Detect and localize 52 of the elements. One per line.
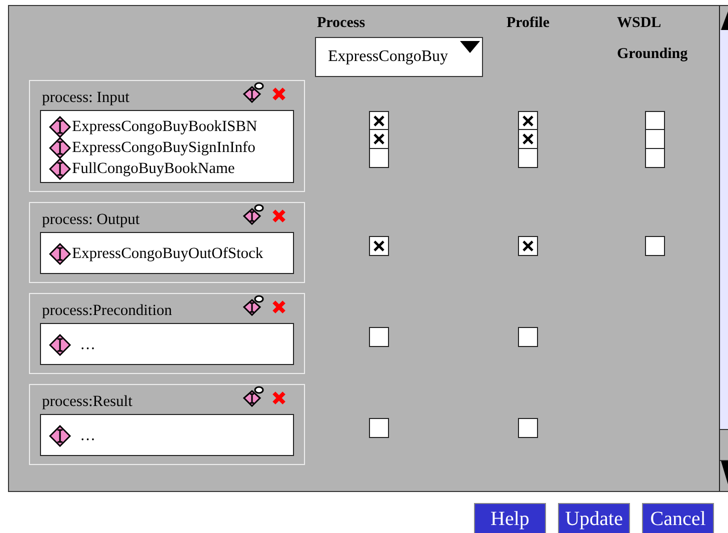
diamond-tag-icon[interactable] [242, 294, 266, 316]
diamond-tag-icon[interactable] [242, 81, 266, 103]
dialog-button[interactable]: Cancel [642, 503, 714, 533]
cross-mark-icon [522, 240, 534, 252]
checkbox[interactable] [518, 110, 538, 131]
section-title: process:Result [42, 393, 134, 411]
column-heading: Process [317, 15, 366, 32]
process-dropdown[interactable]: ExpressCongoBuy [315, 37, 483, 77]
diamond-tag-icon[interactable] [242, 385, 266, 407]
checkbox[interactable] [369, 110, 389, 131]
checkbox[interactable] [518, 236, 538, 256]
diamond-icon [49, 425, 71, 447]
diamond-tag-icon[interactable] [242, 203, 266, 225]
checkbox[interactable] [645, 148, 665, 168]
caret-icon [460, 41, 480, 53]
section-title: process: Input [42, 89, 130, 107]
checkbox[interactable] [369, 129, 389, 150]
cross-mark-icon [373, 240, 385, 252]
checkbox[interactable] [518, 129, 538, 150]
diamond-icon [49, 243, 71, 265]
diamond-icon [49, 158, 71, 180]
dialog-button[interactable]: Update [558, 503, 630, 533]
entry-name[interactable]: FullCongoBuyBookName [72, 160, 235, 178]
checkbox[interactable] [369, 148, 389, 168]
diamond-icon [49, 136, 71, 158]
checkbox[interactable] [518, 418, 538, 438]
checkbox[interactable] [645, 236, 665, 256]
cross-mark-icon [522, 114, 534, 127]
column-heading: Profile [506, 15, 550, 32]
cross-mark-icon [373, 114, 385, 127]
column-heading: WSDL [617, 15, 662, 32]
entry-name[interactable]: ExpressCongoBuyOutOfStock [72, 245, 264, 263]
entry-name[interactable]: … [80, 336, 96, 354]
entry-name[interactable]: … [80, 427, 96, 445]
entry-name[interactable]: ExpressCongoBuySignInInfo [72, 138, 256, 156]
checkbox[interactable] [369, 236, 389, 256]
checkbox[interactable] [645, 110, 665, 131]
diamond-icon [49, 116, 71, 138]
checkbox[interactable] [518, 148, 538, 168]
checkbox[interactable] [369, 418, 389, 438]
entry-name[interactable]: ExpressCongoBuyBookISBN [72, 118, 258, 136]
cross-mark-icon [522, 133, 534, 146]
dialog-button[interactable]: Help [474, 503, 546, 533]
section-title: process: Output [42, 211, 141, 229]
checkbox[interactable] [369, 326, 389, 347]
checkbox[interactable] [645, 129, 665, 150]
checkbox[interactable] [518, 326, 538, 347]
column-heading: Grounding [617, 46, 688, 63]
cross-mark-icon [373, 133, 385, 146]
section-title: process:Precondition [42, 302, 174, 320]
dropdown-value: ExpressCongoBuy [328, 48, 448, 66]
diamond-icon [49, 334, 71, 356]
